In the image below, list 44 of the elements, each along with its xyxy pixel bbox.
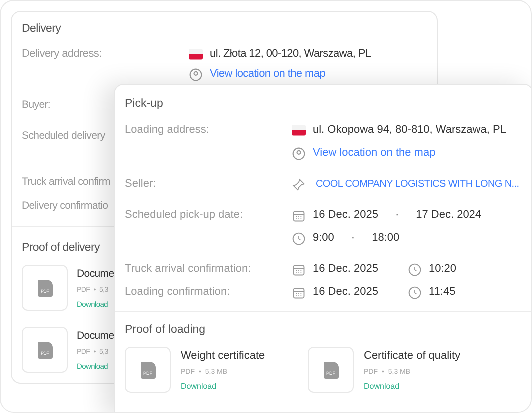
calendar-icon	[292, 208, 306, 222]
field-label: Loading confirmation:	[125, 285, 232, 300]
time-text: 10:20	[429, 262, 457, 277]
separator-text: ·	[395, 208, 400, 223]
clock-icon	[408, 262, 422, 276]
field-label: Truck arrival confirm	[22, 175, 110, 189]
field-label: Buyer:	[22, 98, 51, 112]
document-name: Certificate of quality	[364, 349, 461, 363]
date-text: 17 Dec. 2024	[416, 208, 482, 223]
separator-text: ·	[351, 231, 356, 246]
section-title: Proof of loading	[125, 323, 207, 337]
field-label: Loading address:	[125, 123, 210, 138]
location-pin-icon	[292, 146, 306, 160]
location-pin-icon	[189, 68, 203, 82]
card-title: Pick-up	[125, 97, 164, 111]
calendar-icon	[292, 262, 306, 276]
time-text: 11:45	[429, 285, 456, 300]
field-label: Seller:	[125, 177, 158, 192]
date-text: 16 Dec. 2025	[313, 208, 378, 223]
clock-icon	[292, 232, 306, 246]
field-label: Delivery confirmatio	[22, 199, 108, 213]
download-link[interactable]: Download	[181, 382, 266, 391]
download-link[interactable]: Download	[364, 382, 461, 391]
field-label: Delivery address:	[22, 47, 103, 62]
flag-icon	[189, 49, 203, 60]
pin-icon	[292, 178, 306, 192]
date-text: 16 Dec. 2025	[313, 285, 380, 300]
time-text: 9:00	[313, 231, 334, 246]
section-title: Proof of delivery	[22, 241, 100, 255]
map-link[interactable]: View location on the map	[313, 146, 436, 161]
map-link[interactable]: View location on the map	[210, 67, 326, 82]
field-label: Truck arrival confirmation:	[125, 262, 252, 277]
calendar-icon	[292, 286, 306, 300]
document-name: Weight certificate	[181, 349, 266, 363]
seller-link[interactable]: COOL COMPANY LOGISTICS WITH LONG N...	[316, 177, 520, 192]
field-label: Scheduled delivery	[22, 129, 106, 143]
clock-icon	[408, 286, 422, 300]
field-label: Scheduled pick-up date:	[125, 208, 244, 223]
date-text: 16 Dec. 2025	[313, 262, 380, 277]
address-text: ul. Okopowa 94, 80-810, Warszawa, PL	[313, 123, 506, 138]
flag-icon	[292, 125, 306, 136]
card-title: Delivery	[22, 22, 62, 36]
time-text: 18:00	[372, 231, 400, 246]
address-text: ul. Złota 12, 00-120, Warszawa, PL	[210, 47, 372, 62]
